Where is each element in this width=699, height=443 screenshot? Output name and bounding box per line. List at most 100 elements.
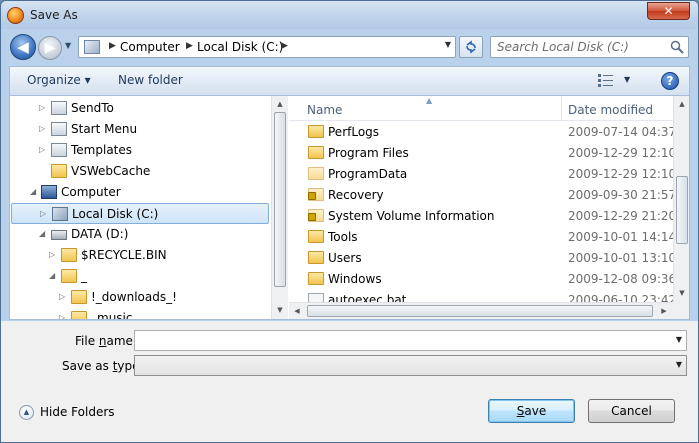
- scroll-right-arrow-icon[interactable]: ▶: [656, 303, 672, 319]
- file-date: 2009-10-01 14:14: [568, 230, 677, 244]
- file-list-horizontal-scrollbar[interactable]: ◀ ▶: [289, 302, 673, 319]
- file-row-windows[interactable]: Windows 2009-12-08 09:36: [289, 269, 676, 290]
- address-history-chevron-down-icon[interactable]: ▼: [445, 40, 451, 49]
- file-list-scrollbar-thumb[interactable]: [676, 176, 688, 244]
- folder-icon: [308, 146, 324, 159]
- new-folder-button[interactable]: New folder: [118, 73, 183, 87]
- cancel-button[interactable]: Cancel: [588, 399, 675, 423]
- scroll-down-arrow-icon[interactable]: ▼: [674, 285, 689, 301]
- navigation-scrollbar[interactable]: ▲ ▼: [271, 96, 288, 319]
- address-bar[interactable]: ▶ Computer ▶ Local Disk (C:) ▶ ▼: [78, 36, 456, 58]
- tree-item-computer[interactable]: ◢ Computer: [10, 182, 271, 203]
- tree-item-recycle-bin[interactable]: ▷ $RECYCLE.BIN: [10, 245, 271, 266]
- sort-ascending-icon: ▲: [426, 96, 433, 105]
- tree-item-templates[interactable]: ▷ Templates: [10, 140, 271, 161]
- expand-arrow-icon[interactable]: ▷: [59, 292, 65, 301]
- scroll-left-arrow-icon[interactable]: ◀: [289, 303, 305, 319]
- help-button[interactable]: ?: [661, 72, 679, 90]
- close-button[interactable]: ✕: [647, 2, 690, 20]
- file-name: System Volume Information: [328, 209, 495, 223]
- tree-item-downloads[interactable]: ▷ !_downloads_!: [10, 287, 271, 308]
- tree-item-start-menu[interactable]: ▷ Start Menu: [10, 119, 271, 140]
- file-name-chevron-down-icon[interactable]: ▼: [676, 335, 682, 344]
- search-icon[interactable]: [670, 40, 684, 54]
- file-date: 2009-09-30 21:57: [568, 188, 677, 202]
- tree-item-underscore[interactable]: ◢ _: [10, 266, 271, 287]
- title-bar[interactable]: Save As ✕: [1, 1, 698, 29]
- file-list[interactable]: ▲ Name Date modified PerfLogs 2009-07-14…: [289, 96, 689, 319]
- label-text: ame:: [106, 334, 137, 348]
- breadcrumb-arrow-icon[interactable]: ▶: [186, 41, 193, 51]
- folder-icon: [308, 125, 324, 138]
- search-box[interactable]: [490, 36, 689, 58]
- file-list-vertical-scrollbar[interactable]: ▲ ▼: [673, 96, 689, 302]
- search-input[interactable]: [495, 39, 663, 55]
- file-row-recovery[interactable]: Recovery 2009-09-30 21:57: [289, 185, 677, 206]
- window-title: Save As: [30, 8, 78, 22]
- tree-item-music[interactable]: ▷ _music: [10, 308, 271, 319]
- expand-arrow-icon[interactable]: ▷: [49, 250, 55, 259]
- organize-button[interactable]: Organize ▾: [27, 73, 91, 87]
- breadcrumb-arrow-icon[interactable]: ▶: [281, 41, 288, 51]
- scroll-up-arrow-icon[interactable]: ▲: [674, 96, 689, 112]
- collapse-arrow-icon[interactable]: ◢: [49, 271, 55, 280]
- system-drive-icon: [52, 207, 68, 221]
- expand-arrow-icon[interactable]: ▷: [59, 313, 65, 319]
- file-row-programdata[interactable]: ProgramData 2009-12-29 12:10: [289, 164, 676, 185]
- tree-item-local-disk-c[interactable]: ▷ Local Disk (C:): [11, 203, 269, 224]
- back-button[interactable]: ◀: [10, 34, 36, 60]
- breadcrumb-local-disk[interactable]: Local Disk (C:): [197, 40, 283, 54]
- expand-arrow-icon[interactable]: ▷: [39, 103, 45, 112]
- shortcut-folder-icon: [51, 143, 67, 157]
- navigation-scrollbar-thumb[interactable]: [274, 112, 286, 287]
- collapse-arrow-icon[interactable]: ◢: [39, 229, 45, 238]
- file-row-tools[interactable]: Tools 2009-10-01 14:14: [289, 227, 677, 248]
- file-name: Recovery: [328, 188, 384, 202]
- save-as-type-select[interactable]: ▼: [134, 355, 687, 376]
- tree-item-label: Templates: [71, 143, 133, 157]
- column-header-name[interactable]: Name: [307, 103, 342, 117]
- expand-arrow-icon[interactable]: ▷: [39, 124, 45, 133]
- navigation-pane[interactable]: ▷ SendTo ▷ Start Menu ▷ Templates VSWebC…: [10, 96, 271, 319]
- column-header: ▲ Name Date modified: [289, 96, 673, 121]
- scroll-down-arrow-icon[interactable]: ▼: [272, 302, 288, 318]
- hidden-folder-icon: [308, 167, 324, 180]
- views-icon[interactable]: [598, 74, 614, 87]
- file-name-input[interactable]: [138, 333, 658, 348]
- breadcrumb-computer[interactable]: Computer: [120, 40, 180, 54]
- file-list-hscroll-thumb[interactable]: [307, 305, 653, 317]
- drive-icon: [51, 230, 67, 240]
- recent-pages-chevron-down-icon[interactable]: ▼: [65, 41, 75, 51]
- folder-icon: [308, 272, 324, 285]
- file-row-system-volume-information[interactable]: System Volume Information 2009-12-29 21:…: [289, 206, 676, 227]
- collapse-arrow-icon[interactable]: ◢: [30, 187, 36, 196]
- forward-button[interactable]: ▶: [38, 36, 62, 60]
- tree-item-label: $RECYCLE.BIN: [81, 248, 167, 262]
- folder-icon: [71, 290, 87, 304]
- computer-icon: [41, 185, 57, 199]
- column-header-date-modified[interactable]: Date modified: [568, 103, 653, 117]
- scroll-up-arrow-icon[interactable]: ▲: [272, 96, 288, 112]
- file-name-combobox[interactable]: ▼: [134, 330, 687, 351]
- tree-item-sendto[interactable]: ▷ SendTo: [10, 98, 271, 119]
- column-divider[interactable]: [561, 96, 562, 121]
- tree-item-vswebcache[interactable]: VSWebCache: [10, 161, 271, 182]
- shortcut-folder-icon: [51, 101, 67, 115]
- tree-item-label: SendTo: [71, 101, 114, 115]
- save-as-dialog: Save As ✕ ◀ ▶ ▼ ▶ Computer ▶ Local Disk …: [0, 0, 699, 443]
- tree-item-data-d[interactable]: ◢ DATA (D:): [10, 224, 271, 245]
- save-button[interactable]: Save: [488, 399, 575, 423]
- save-as-type-chevron-down-icon[interactable]: ▼: [676, 360, 682, 369]
- expand-arrow-icon[interactable]: ▷: [40, 209, 46, 218]
- save-form: File name: ▼ Save as type: ▼ ▲ Hide Fold…: [1, 321, 698, 442]
- views-chevron-down-icon[interactable]: ▼: [624, 75, 630, 84]
- tree-item-label: DATA (D:): [71, 227, 129, 241]
- refresh-button[interactable]: [459, 36, 483, 58]
- chevron-up-icon: ▲: [19, 405, 34, 420]
- save-as-type-label: Save as type:: [62, 359, 144, 373]
- expand-arrow-icon[interactable]: ▷: [39, 145, 45, 154]
- file-row-perflogs[interactable]: PerfLogs 2009-07-14 04:37: [289, 122, 676, 143]
- file-row-users[interactable]: Users 2009-10-01 13:10: [289, 248, 676, 269]
- breadcrumb-arrow-icon[interactable]: ▶: [109, 41, 116, 51]
- file-row-program-files[interactable]: Program Files 2009-12-29 12:10: [289, 143, 676, 164]
